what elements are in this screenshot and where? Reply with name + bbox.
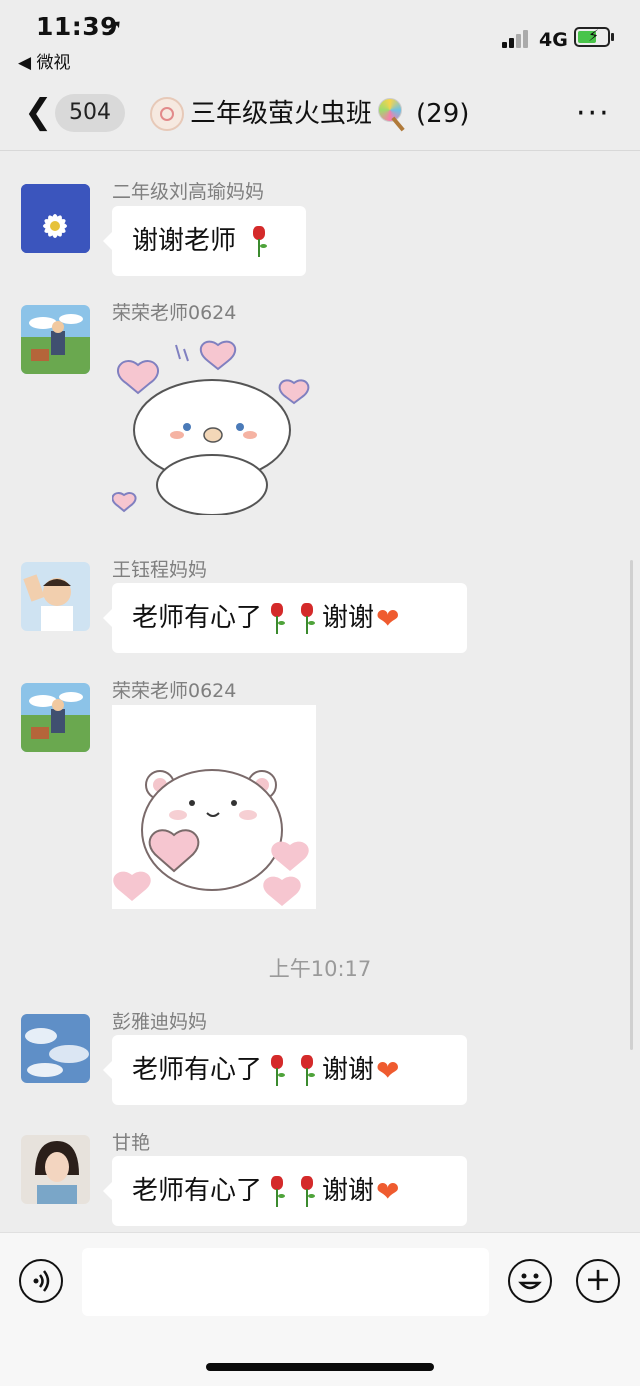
message-text: 老师有心了 bbox=[132, 1055, 263, 1085]
message-text: 谢谢老师 bbox=[132, 226, 237, 256]
back-to-app-link[interactable]: ◀ 微视 bbox=[18, 48, 70, 73]
avatar[interactable] bbox=[21, 305, 90, 374]
lollipop-emoji-icon bbox=[376, 96, 412, 132]
heart-emoji-icon: ❤ bbox=[376, 1174, 400, 1208]
battery-cap bbox=[611, 33, 614, 41]
puppy-hearts-sticker[interactable] bbox=[111, 335, 316, 539]
sender-name: 荣荣老师0624 bbox=[112, 680, 237, 702]
home-indicator[interactable] bbox=[206, 1363, 434, 1371]
sender-name: 荣荣老师0624 bbox=[112, 302, 237, 324]
rose-emoji-icon bbox=[268, 602, 286, 635]
message-text: 谢谢 bbox=[322, 1176, 375, 1206]
rose-emoji-icon bbox=[298, 1175, 316, 1208]
emoji-icon[interactable] bbox=[508, 1259, 552, 1303]
avatar[interactable] bbox=[21, 1135, 90, 1204]
member-count: (29) bbox=[416, 99, 470, 129]
time-separator: 上午10:17 bbox=[268, 957, 372, 981]
plus-icon[interactable]: + bbox=[576, 1259, 620, 1303]
message-input[interactable] bbox=[82, 1248, 489, 1316]
location-arrow-icon: ➚ bbox=[106, 14, 123, 38]
status-bar: 11:39 ➚ ◀ 微视 4G ⚡ bbox=[0, 0, 640, 80]
rose-emoji-icon bbox=[298, 1054, 316, 1087]
rose-emoji-icon bbox=[268, 1175, 286, 1208]
message-text: 老师有心了 bbox=[132, 603, 263, 633]
sender-name: 二年级刘高瑜妈妈 bbox=[112, 181, 265, 203]
network-type: 4G bbox=[539, 29, 568, 51]
more-options-icon[interactable]: ··· bbox=[576, 96, 611, 131]
avatar[interactable] bbox=[21, 1014, 90, 1083]
sender-name: 彭雅迪妈妈 bbox=[112, 1011, 208, 1033]
message-bubble[interactable]: 老师有心了 谢谢❤ bbox=[103, 1035, 467, 1105]
unread-count-badge[interactable]: 504 bbox=[55, 94, 125, 132]
bear-heart-sticker[interactable] bbox=[112, 705, 316, 909]
message-text: 谢谢 bbox=[322, 1055, 375, 1085]
message-bubble[interactable]: 谢谢老师 bbox=[103, 206, 306, 276]
chat-title: 三年级萤火虫班 (29) bbox=[150, 96, 469, 132]
scrollbar[interactable] bbox=[630, 560, 633, 1050]
heart-emoji-icon: ❤ bbox=[376, 1053, 400, 1087]
message-bubble[interactable]: 老师有心了 谢谢❤ bbox=[103, 583, 467, 653]
battery-icon: ⚡ bbox=[574, 26, 610, 47]
sender-name: 甘艳 bbox=[112, 1132, 151, 1154]
rose-emoji-icon bbox=[298, 602, 316, 635]
message-text: 谢谢 bbox=[322, 603, 375, 633]
avatar[interactable] bbox=[21, 562, 90, 631]
rose-emoji-icon bbox=[268, 1054, 286, 1087]
heart-emoji-icon: ❤ bbox=[376, 601, 400, 635]
chat-title-text: 三年级萤火虫班 bbox=[190, 99, 373, 129]
fishcake-emoji-icon bbox=[150, 97, 184, 131]
avatar[interactable] bbox=[21, 184, 90, 253]
chat-header: ❮ 504 三年级萤火虫班 (29) ··· bbox=[0, 80, 640, 151]
signal-icon bbox=[502, 30, 532, 48]
voice-icon[interactable] bbox=[19, 1259, 63, 1303]
rose-emoji-icon bbox=[250, 225, 268, 258]
back-chevron-icon[interactable]: ❮ bbox=[24, 92, 53, 132]
avatar[interactable] bbox=[21, 683, 90, 752]
message-bubble[interactable]: 老师有心了 谢谢❤ bbox=[103, 1156, 467, 1226]
sender-name: 王钰程妈妈 bbox=[112, 559, 208, 581]
message-text: 老师有心了 bbox=[132, 1176, 263, 1206]
input-bar: + bbox=[0, 1232, 640, 1386]
